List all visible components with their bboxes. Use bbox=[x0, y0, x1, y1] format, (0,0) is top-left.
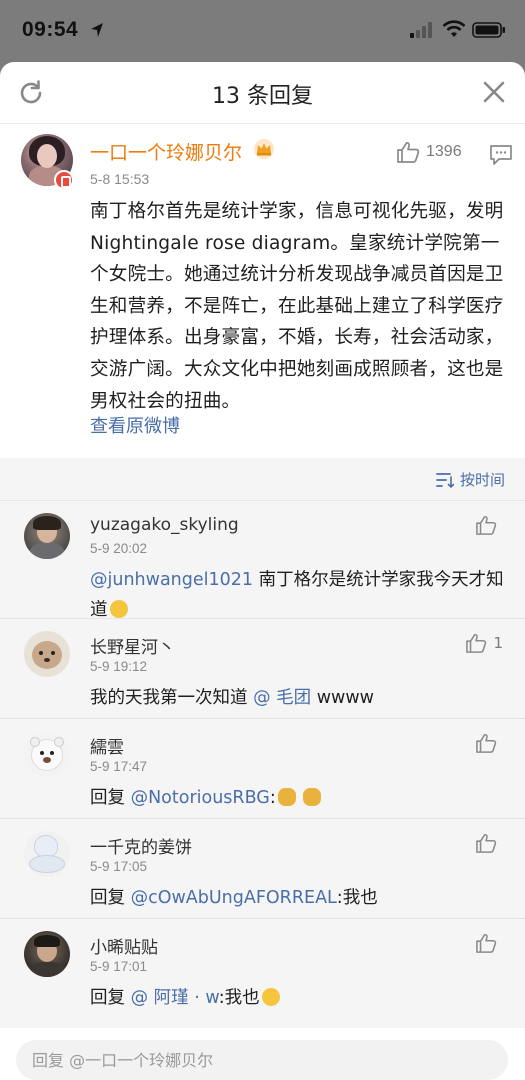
reply-body: :我也 bbox=[218, 988, 260, 1008]
doge-emoji-icon bbox=[277, 788, 296, 806]
reply-body: wwww bbox=[311, 688, 374, 708]
mention-link[interactable]: @cOwAbUngAFORREAL bbox=[131, 888, 337, 908]
list-item: yuzagako_skyling 5-9 20:02 @junhwangel10… bbox=[0, 500, 525, 620]
reply-time: 5-9 17:47 bbox=[90, 759, 148, 774]
thumbs-up-icon bbox=[476, 833, 497, 853]
like-button[interactable] bbox=[475, 833, 503, 853]
main-comment-text: 南丁格尔首先是统计学家，信息可视化先驱，发明Nightingale rose d… bbox=[90, 201, 504, 412]
avatar[interactable] bbox=[24, 513, 70, 559]
reply-username[interactable]: yuzagako_skyling bbox=[90, 515, 239, 535]
list-item: 繻雲 5-9 17:47 回复 @NotoriousRBG: bbox=[0, 718, 525, 818]
sad-emoji-icon bbox=[109, 600, 128, 618]
sort-button[interactable]: 按时间 bbox=[436, 469, 505, 490]
reply-text: @junhwangel1021 南丁格尔是统计学家我今天才知道 bbox=[90, 565, 510, 625]
comment-icon[interactable] bbox=[489, 144, 513, 166]
verified-badge-icon bbox=[54, 170, 74, 190]
list-item: 长野星河丶 5-9 19:12 1 我的天我第一次知道 @ 毛团 wwww bbox=[0, 618, 525, 718]
sort-icon bbox=[436, 472, 454, 488]
thumbs-up-icon bbox=[397, 142, 420, 163]
battery-icon bbox=[472, 22, 505, 38]
like-count: 1 bbox=[493, 634, 503, 652]
reply-prefix: 回复 bbox=[90, 788, 131, 808]
status-time: 09:54 bbox=[22, 18, 79, 41]
doge-emoji-icon bbox=[303, 788, 322, 806]
thumbs-up-icon bbox=[466, 633, 487, 653]
reply-input-bar bbox=[0, 1028, 525, 1080]
thumbs-up-icon bbox=[476, 933, 497, 953]
thumbs-up-icon bbox=[476, 515, 497, 535]
status-bar: 09:54 bbox=[0, 0, 525, 62]
avatar[interactable] bbox=[24, 631, 70, 677]
close-icon[interactable] bbox=[483, 81, 505, 103]
reply-body: : bbox=[269, 788, 276, 808]
laugh-emoji-icon bbox=[261, 988, 280, 1006]
avatar[interactable] bbox=[24, 931, 70, 977]
wifi-icon bbox=[442, 20, 466, 37]
sheet-title: 13 条回复 bbox=[212, 84, 313, 109]
reply-username[interactable]: 长野星河丶 bbox=[90, 633, 175, 658]
list-item: 小晞贴贴 5-9 17:01 回复 @ 阿瑾 · w:我也 bbox=[0, 918, 525, 1018]
reply-username[interactable]: 繻雲 bbox=[90, 733, 124, 758]
reply-time: 5-9 17:05 bbox=[90, 859, 148, 874]
reply-text: 回复 @NotoriousRBG: bbox=[90, 783, 510, 813]
signal-icon bbox=[410, 22, 432, 38]
reply-sheet: 13 条回复 一口一个玲娜贝尔 5-8 15:53 1396 南丁格尔首先是统计… bbox=[0, 62, 525, 1080]
like-button[interactable]: 1 bbox=[465, 633, 503, 653]
like-button[interactable]: 1396 bbox=[396, 141, 462, 163]
avatar[interactable] bbox=[24, 731, 70, 777]
mention-link[interactable]: @ 阿瑾 · w bbox=[131, 988, 219, 1008]
thumbs-up-icon bbox=[476, 733, 497, 753]
reply-prefix: 我的天我第一次知道 bbox=[90, 688, 254, 708]
mention-link[interactable]: @NotoriousRBG bbox=[131, 788, 270, 808]
reply-list: 按时间 yuzagako_skyling 5-9 20:02 @junhwang… bbox=[0, 458, 525, 1080]
reply-prefix: 回复 bbox=[90, 888, 131, 908]
reply-time: 5-9 19:12 bbox=[90, 659, 148, 674]
reply-text: 回复 @ 阿瑾 · w:我也 bbox=[90, 983, 510, 1013]
like-count: 1396 bbox=[426, 143, 462, 160]
mention-link[interactable]: @junhwangel1021 bbox=[90, 570, 253, 590]
crown-icon bbox=[254, 139, 274, 159]
reply-prefix: 回复 bbox=[90, 988, 131, 1008]
like-button[interactable] bbox=[475, 733, 503, 753]
location-arrow-icon bbox=[91, 23, 103, 37]
reply-text: 回复 @cOwAbUngAFORREAL:我也 bbox=[90, 883, 510, 913]
mention-link[interactable]: @ 毛团 bbox=[253, 688, 311, 708]
reply-username[interactable]: 一千克的姜饼 bbox=[90, 833, 192, 858]
like-button[interactable] bbox=[475, 933, 503, 953]
reply-input[interactable] bbox=[16, 1040, 508, 1080]
reply-time: 5-9 20:02 bbox=[90, 541, 148, 556]
main-comment: 一口一个玲娜贝尔 5-8 15:53 1396 南丁格尔首先是统计学家，信息可视… bbox=[0, 124, 525, 458]
reply-text: 我的天我第一次知道 @ 毛团 wwww bbox=[90, 683, 510, 713]
view-original-link[interactable]: 查看原微博 bbox=[90, 412, 180, 438]
main-comment-username[interactable]: 一口一个玲娜贝尔 bbox=[90, 138, 242, 165]
main-comment-time: 5-8 15:53 bbox=[90, 171, 150, 187]
list-item: 一千克的姜饼 5-9 17:05 回复 @cOwAbUngAFORREAL:我也 bbox=[0, 818, 525, 918]
reply-username[interactable]: 小晞贴贴 bbox=[90, 933, 158, 958]
like-button[interactable] bbox=[475, 515, 503, 535]
avatar[interactable] bbox=[24, 831, 70, 877]
sheet-header: 13 条回复 bbox=[0, 62, 525, 124]
sort-label: 按时间 bbox=[459, 471, 505, 489]
reply-body: :我也 bbox=[336, 888, 378, 908]
reply-time: 5-9 17:01 bbox=[90, 959, 148, 974]
sort-bar: 按时间 bbox=[0, 458, 525, 500]
